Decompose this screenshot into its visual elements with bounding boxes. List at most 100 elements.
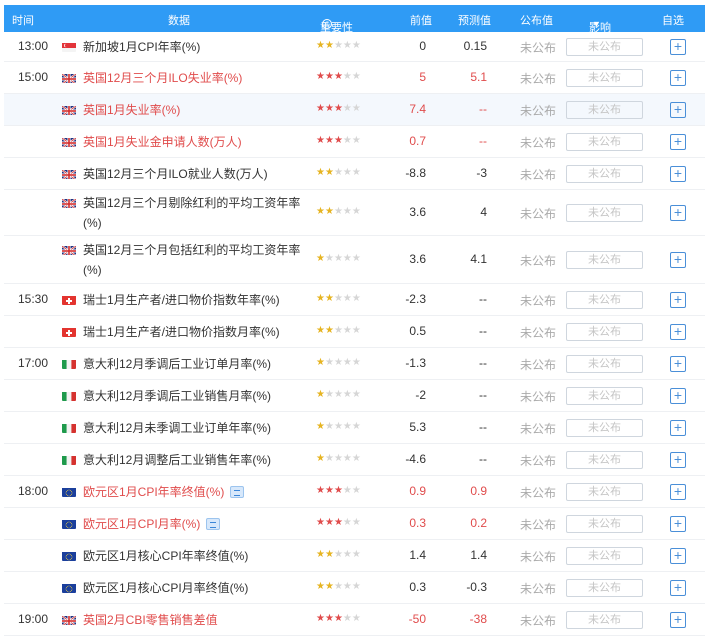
- star-filled-icon: ★: [316, 135, 325, 146]
- importance-stars: ★★★★★: [316, 206, 361, 217]
- event-name[interactable]: 英国12月三个月ILO失业率(%): [83, 68, 308, 88]
- add-watch-button[interactable]: +: [670, 324, 686, 340]
- table-row[interactable]: 欧元区1月CPI月率(%) ★★★★★ 0.3 0.2 未公布 未公布 +: [4, 508, 705, 540]
- add-watch-button[interactable]: +: [670, 420, 686, 436]
- event-name[interactable]: 欧元区1月核心CPI月率终值(%): [83, 578, 308, 598]
- add-watch-button[interactable]: +: [670, 388, 686, 404]
- caret-down-icon: ▼: [592, 19, 601, 29]
- add-watch-button[interactable]: +: [670, 580, 686, 596]
- add-watch-button[interactable]: +: [670, 356, 686, 372]
- add-watch-button[interactable]: +: [670, 548, 686, 564]
- importance-stars: ★★★★★: [316, 581, 361, 592]
- table-row[interactable]: 英国12月三个月包括红利的平均工资年率(%) ★★★★★ 3.6 4.1 未公布 未公布 +: [4, 236, 705, 284]
- add-watch-button[interactable]: +: [670, 39, 686, 55]
- event-name[interactable]: 欧元区1月核心CPI年率终值(%): [83, 546, 308, 566]
- published-value: 未公布: [520, 614, 557, 628]
- table-row[interactable]: 英国12月三个月ILO就业人数(万人) ★★★★★ -8.8 -3 未公布 未公布 +: [4, 158, 705, 190]
- influence-box: 未公布: [566, 323, 643, 341]
- switzerland-flag-icon: [62, 295, 76, 305]
- table-row[interactable]: 英国1月失业率(%) ★★★★★ 7.4 -- 未公布 未公布 +: [4, 94, 705, 126]
- table-row[interactable]: 欧元区1月核心CPI月率终值(%) ★★★★★ 0.3 -0.3 未公布 未公布 +: [4, 572, 705, 604]
- event-name[interactable]: 瑞士1月生产者/进口物价指数年率(%): [83, 290, 308, 310]
- add-watch-button[interactable]: +: [670, 102, 686, 118]
- influence-box: 未公布: [566, 204, 643, 222]
- published-value: 未公布: [520, 254, 557, 268]
- add-watch-button[interactable]: +: [670, 292, 686, 308]
- star-empty-icon: ★: [342, 421, 352, 432]
- event-name[interactable]: 意大利12月调整后工业销售年率(%): [83, 450, 308, 470]
- star-empty-icon: ★: [324, 421, 334, 432]
- report-icon[interactable]: [230, 486, 245, 498]
- importance-stars: ★★★★★: [316, 613, 361, 624]
- star-filled-icon: ★: [324, 167, 334, 178]
- star-empty-icon: ★: [351, 357, 361, 368]
- previous-value: 3.6: [409, 205, 426, 219]
- star-filled-icon: ★: [316, 293, 325, 304]
- event-name[interactable]: 英国1月失业金申请人数(万人): [83, 132, 308, 152]
- published-value: 未公布: [520, 326, 557, 340]
- star-empty-icon: ★: [351, 103, 361, 114]
- forecast-value: --: [479, 292, 487, 306]
- table-row[interactable]: 17:00 意大利12月季调后工业订单月率(%) ★★★★★ -1.3 -- 未公布 未公布…: [4, 348, 705, 380]
- table-row[interactable]: 瑞士1月生产者/进口物价指数月率(%) ★★★★★ 0.5 -- 未公布 未公布 +: [4, 316, 705, 348]
- influence-box: 未公布: [566, 515, 643, 533]
- event-name[interactable]: 欧元区1月CPI月率(%): [83, 514, 308, 534]
- table-row[interactable]: 13:00 新加坡1月CPI年率(%) ★★★★★ 0 0.15 未公布 未公布 +: [4, 32, 705, 62]
- forecast-value: --: [479, 356, 487, 370]
- star-filled-icon: ★: [324, 485, 334, 496]
- event-name[interactable]: 意大利12月未季调工业订单年率(%): [83, 418, 308, 438]
- event-name[interactable]: 英国1月失业率(%): [83, 100, 308, 120]
- add-watch-button[interactable]: +: [670, 484, 686, 500]
- event-name[interactable]: 英国12月三个月剔除红利的平均工资年率(%): [83, 193, 308, 233]
- italy-flag-icon: [62, 423, 76, 433]
- event-name[interactable]: 意大利12月季调后工业销售月率(%): [83, 386, 308, 406]
- add-watch-button[interactable]: +: [670, 612, 686, 628]
- previous-value: 0.3: [409, 516, 426, 530]
- add-watch-button[interactable]: +: [670, 205, 686, 221]
- influence-box: 未公布: [566, 355, 643, 373]
- add-watch-button[interactable]: +: [670, 70, 686, 86]
- star-empty-icon: ★: [342, 206, 352, 217]
- col-watch-header: 自选: [662, 15, 684, 27]
- event-name[interactable]: 英国12月三个月包括红利的平均工资年率(%): [83, 240, 308, 280]
- event-name-text: 英国12月三个月剔除红利的平均工资年率(%): [83, 196, 301, 230]
- star-filled-icon: ★: [316, 453, 325, 464]
- star-filled-icon: ★: [324, 71, 334, 82]
- table-row[interactable]: 15:30 瑞士1月生产者/进口物价指数年率(%) ★★★★★ -2.3 -- 未公布 未公…: [4, 284, 705, 316]
- event-name[interactable]: 欧元区1月CPI年率终值(%): [83, 482, 308, 502]
- star-filled-icon: ★: [324, 206, 334, 217]
- star-filled-icon: ★: [333, 613, 343, 624]
- influence-box: 未公布: [566, 451, 643, 469]
- forecast-value: 0.15: [463, 39, 487, 53]
- forecast-value: -0.3: [466, 580, 487, 594]
- table-row[interactable]: 意大利12月季调后工业销售月率(%) ★★★★★ -2 -- 未公布 未公布 +: [4, 380, 705, 412]
- table-row[interactable]: 欧元区1月核心CPI年率终值(%) ★★★★★ 1.4 1.4 未公布 未公布 +: [4, 540, 705, 572]
- report-icon[interactable]: [206, 518, 221, 530]
- event-name[interactable]: 新加坡1月CPI年率(%): [83, 37, 308, 57]
- forecast-value: --: [479, 134, 487, 148]
- add-watch-button[interactable]: +: [670, 516, 686, 532]
- table-row[interactable]: 意大利12月调整后工业销售年率(%) ★★★★★ -4.6 -- 未公布 未公布 +: [4, 444, 705, 476]
- event-name[interactable]: 瑞士1月生产者/进口物价指数月率(%): [83, 322, 308, 342]
- add-watch-button[interactable]: +: [670, 166, 686, 182]
- event-name[interactable]: 英国12月三个月ILO就业人数(万人): [83, 164, 308, 184]
- table-row[interactable]: 意大利12月未季调工业订单年率(%) ★★★★★ 5.3 -- 未公布 未公布 +: [4, 412, 705, 444]
- add-watch-button[interactable]: +: [670, 134, 686, 150]
- star-filled-icon: ★: [316, 613, 325, 624]
- table-row[interactable]: 英国1月失业金申请人数(万人) ★★★★★ 0.7 -- 未公布 未公布 +: [4, 126, 705, 158]
- published-value: 未公布: [520, 454, 557, 468]
- table-row[interactable]: 15:00 英国12月三个月ILO失业率(%) ★★★★★ 5 5.1 未公布 未公布 +: [4, 62, 705, 94]
- star-empty-icon: ★: [324, 357, 334, 368]
- importance-stars: ★★★★★: [316, 253, 361, 264]
- event-name[interactable]: 英国2月CBI零售销售差值: [83, 610, 308, 630]
- table-row[interactable]: 19:00 英国2月CBI零售销售差值 ★★★★★ -50 -38 未公布 未公布 +: [4, 604, 705, 636]
- star-empty-icon: ★: [342, 453, 352, 464]
- event-name[interactable]: 意大利12月季调后工业订单月率(%): [83, 354, 308, 374]
- star-empty-icon: ★: [351, 421, 361, 432]
- table-row[interactable]: 英国12月三个月剔除红利的平均工资年率(%) ★★★★★ 3.6 4 未公布 未公布 +: [4, 190, 705, 236]
- table-row[interactable]: 18:00 欧元区1月CPI年率终值(%) ★★★★★ 0.9 0.9 未公布 未公布 +: [4, 476, 705, 508]
- importance-stars: ★★★★★: [316, 135, 361, 146]
- add-watch-button[interactable]: +: [670, 452, 686, 468]
- add-watch-button[interactable]: +: [670, 252, 686, 268]
- importance-stars: ★★★★★: [316, 103, 361, 114]
